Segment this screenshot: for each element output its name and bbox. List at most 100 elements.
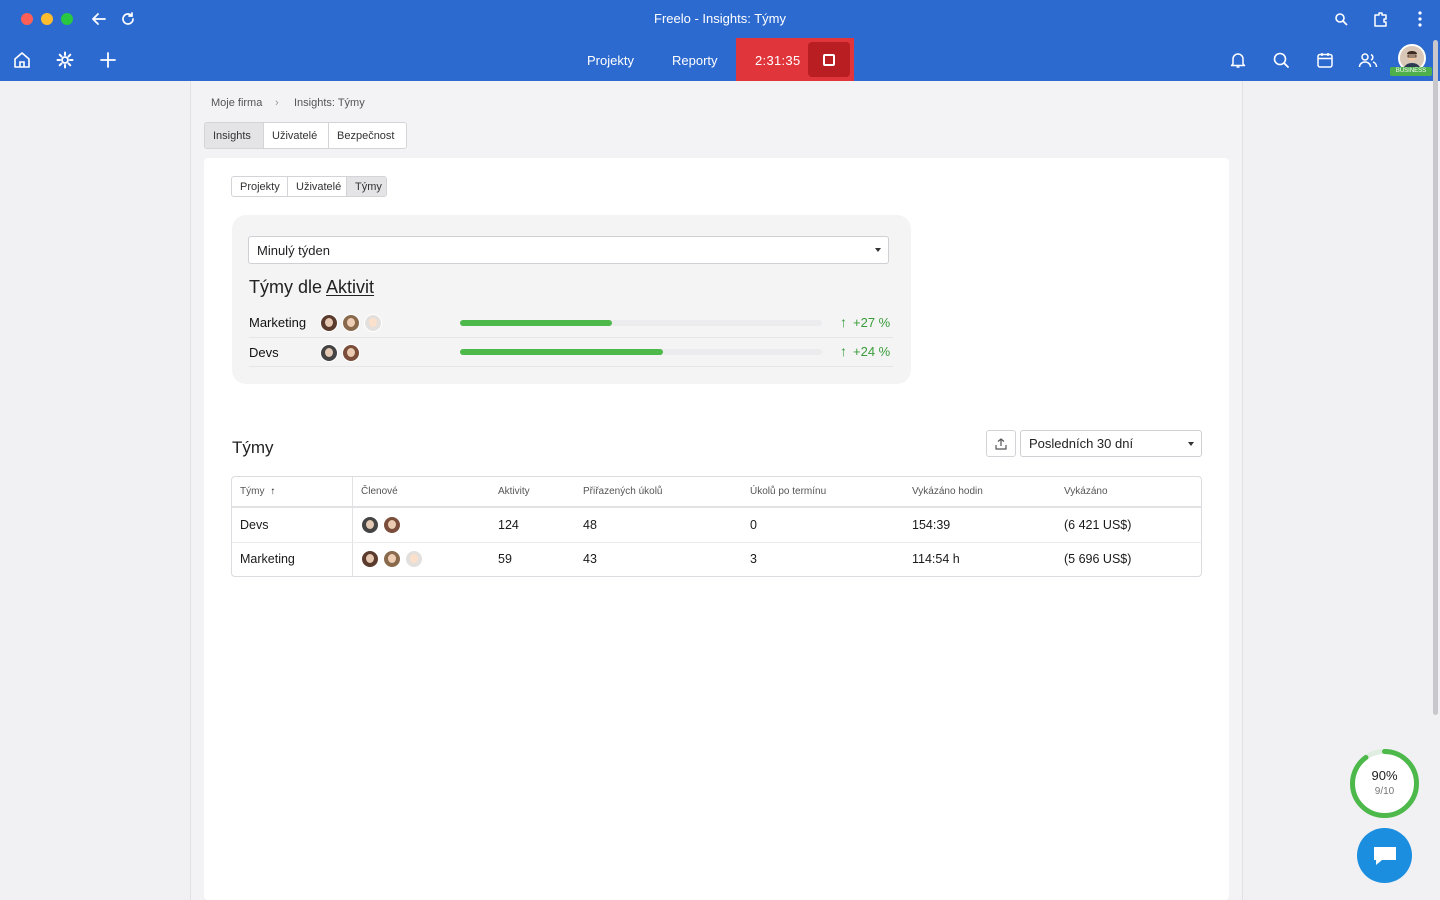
column-header-po-terminu[interactable]: Úkolů po termínu [750, 486, 826, 497]
insight-team-avatars [320, 314, 386, 332]
column-header-prirazenych[interactable]: Přiřazených úkolů [583, 486, 662, 497]
teams-period-select[interactable]: Posledních 30 dní [1020, 430, 1202, 457]
column-header-label: Týmy [240, 486, 265, 497]
member-avatar [320, 314, 338, 332]
settings-gear-icon[interactable] [54, 49, 76, 71]
table-cell-members [361, 516, 405, 534]
onboarding-progress-ring[interactable] [1348, 747, 1421, 820]
zoom-icon[interactable] [1331, 9, 1351, 29]
insight-change: +24 % [853, 343, 891, 359]
insights-title: Týmy dle Aktivit [249, 277, 374, 298]
subtab-tymy[interactable]: Týmy [347, 177, 386, 196]
more-vertical-icon[interactable] [1410, 9, 1430, 29]
insights-title-prefix: Týmy dle [249, 277, 327, 297]
table-cell-hours: 154:39 [912, 518, 951, 532]
insights-period-select[interactable]: Minulý týden [248, 236, 889, 264]
add-plus-icon[interactable] [97, 49, 119, 71]
member-avatar [383, 550, 401, 568]
member-avatar [405, 550, 423, 568]
nav-link-projekty[interactable]: Projekty [587, 53, 634, 68]
insights-metric-link[interactable]: Aktivit [326, 277, 374, 297]
breadcrumb-root[interactable]: Moje firma [211, 97, 262, 109]
column-header-tymy[interactable]: Týmy ↑ [240, 486, 275, 497]
export-button[interactable] [986, 430, 1016, 457]
chat-bubble-icon [1373, 846, 1396, 865]
home-icon[interactable] [11, 49, 33, 71]
member-avatar [361, 516, 379, 534]
table-cell-team[interactable]: Marketing [240, 552, 295, 566]
arrow-up-icon: ↑ [840, 343, 847, 359]
column-header-clenove[interactable]: Členové [361, 486, 398, 497]
insight-team-avatars [320, 344, 364, 362]
business-badge: BUSINESS [1390, 67, 1432, 76]
progress-percent: 90% [1371, 768, 1398, 783]
caret-down-icon [1188, 441, 1194, 446]
table-cell-activities: 59 [498, 552, 512, 566]
table-cell-activities: 124 [498, 518, 519, 532]
bell-icon[interactable] [1227, 49, 1249, 71]
insights-period-value: Minulý týden [257, 242, 330, 258]
member-avatar [320, 344, 338, 362]
insight-change: +27 % [853, 314, 891, 330]
users-icon[interactable] [1357, 49, 1379, 71]
sub-tabs: Projekty Uživatelé Týmy [231, 176, 387, 197]
stop-icon [823, 53, 835, 66]
chat-button[interactable] [1357, 828, 1412, 883]
teams-section-title: Týmy [232, 438, 274, 457]
main-tabs: Insights Uživatelé Bezpečnost [204, 122, 407, 149]
window-title: Freelo - Insights: Týmy [654, 11, 786, 26]
table-cell-members [361, 550, 427, 568]
column-header-vykazano-hodin[interactable]: Vykázáno hodin [912, 486, 983, 497]
sort-arrow-icon: ↑ [270, 486, 276, 497]
nav-link-reporty[interactable]: Reporty [672, 53, 718, 68]
progress-fraction: 9/10 [1374, 786, 1395, 797]
stop-timer-button[interactable] [808, 42, 850, 77]
subtab-projekty[interactable]: Projekty [232, 177, 288, 196]
insight-progress-fill [460, 349, 663, 355]
insight-progress-fill [460, 320, 613, 326]
caret-down-icon [875, 248, 881, 252]
insight-team-label: Marketing [249, 315, 307, 330]
table-cell-overdue: 0 [750, 518, 757, 532]
tab-bezpecnost[interactable]: Bezpečnost [329, 123, 406, 148]
table-cell-amount: (6 421 US$) [1064, 518, 1132, 532]
member-avatar [364, 314, 382, 332]
table-cell-team[interactable]: Devs [240, 518, 268, 532]
member-avatar [342, 314, 360, 332]
tab-insights[interactable]: Insights [205, 123, 264, 148]
breadcrumb-current: Insights: Týmy [294, 97, 365, 109]
tab-uzivatele[interactable]: Uživatelé [264, 123, 329, 148]
search-icon[interactable] [1270, 49, 1292, 71]
table-cell-assigned: 48 [583, 518, 597, 532]
window-titlebar: Freelo - Insights: Týmy [0, 0, 1440, 38]
header-divider [232, 506, 1201, 508]
scrollbar[interactable] [1433, 40, 1438, 715]
insight-trend: ↑ +27 % [840, 314, 890, 330]
teams-period-value: Posledních 30 dní [1029, 436, 1134, 451]
table-cell-assigned: 43 [583, 552, 597, 566]
member-avatar [342, 344, 360, 362]
table-cell-hours: 114:54 h [912, 552, 960, 566]
column-divider [352, 477, 353, 576]
timer-value: 2:31:35 [755, 53, 801, 68]
table-cell-amount: (5 696 US$) [1064, 552, 1132, 566]
divider [249, 337, 893, 338]
member-avatar [383, 516, 401, 534]
insight-progress-bar [460, 349, 822, 355]
insight-team-label: Devs [249, 345, 279, 360]
teams-table: Týmy ↑ Členové Aktivity Přiřazených úkol… [231, 476, 1202, 577]
table-cell-overdue: 3 [750, 552, 757, 566]
column-header-aktivity[interactable]: Aktivity [498, 486, 530, 497]
time-tracker: 2:31:35 [736, 38, 854, 81]
member-avatar [361, 550, 379, 568]
calendar-icon[interactable] [1314, 49, 1336, 71]
subtab-uzivatele[interactable]: Uživatelé [288, 177, 347, 196]
breadcrumb-chevron-icon: › [275, 97, 279, 109]
arrow-up-icon: ↑ [840, 314, 847, 330]
extensions-icon[interactable] [1371, 9, 1391, 29]
insight-progress-bar [460, 320, 822, 326]
insight-trend: ↑ +24 % [840, 343, 890, 359]
column-header-vykazano[interactable]: Vykázáno [1064, 486, 1108, 497]
divider [249, 366, 893, 367]
export-icon [995, 437, 1007, 450]
